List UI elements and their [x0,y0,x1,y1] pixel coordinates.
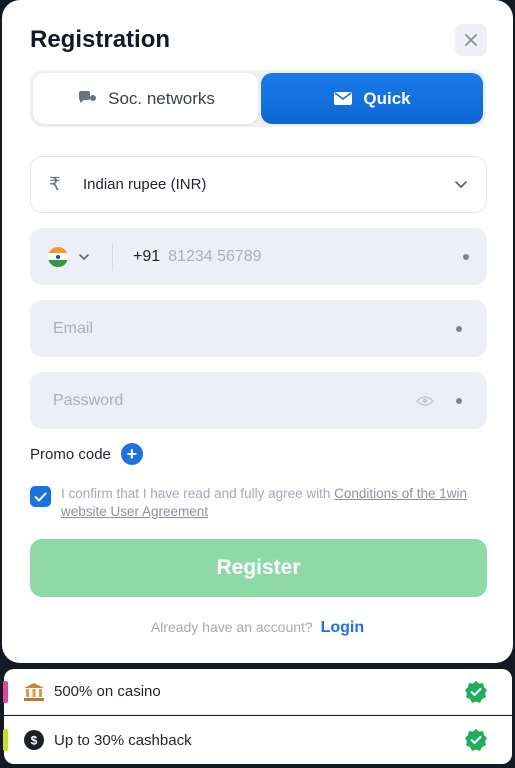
chevron-down-icon [455,181,467,189]
tab-social-networks[interactable]: Soc. networks [33,73,258,124]
login-link[interactable]: Login [321,619,365,636]
agreement-text: I confirm that I have read and fully agr… [61,485,470,521]
bonus-item-cashback: $ Up to 30% cashback [3,716,512,764]
envelope-icon [334,92,353,105]
password-input[interactable] [51,390,416,411]
currency-select[interactable]: ₹ Indian rupee (INR) [30,156,487,213]
currency-label: Indian rupee (INR) [83,176,207,193]
password-field [30,372,487,429]
india-flag-icon[interactable] [48,246,68,267]
login-row: Already have an account? Login [2,619,513,637]
svg-text:$: $ [31,734,38,748]
tab-quick[interactable]: Quick [261,73,483,124]
registration-modal: Registration Soc. networks Quick ₹ India… [2,0,513,663]
plus-icon: + [120,443,143,465]
agreement-row: I confirm that I have read and fully agr… [30,485,470,521]
phone-field: +91 [30,228,487,285]
login-prompt: Already have an account? [150,619,313,635]
register-button[interactable]: Register [30,539,487,597]
bonus-text: 500% on casino [54,683,161,700]
bonus-item-casino: 500% on casino [3,669,512,715]
verified-check-icon [465,729,487,751]
chat-bubbles-icon [79,90,97,103]
checkmark-icon [34,492,47,501]
tab-quick-label: Quick [363,88,411,108]
casino-bank-icon [22,680,46,704]
agreement-checkbox[interactable] [30,486,51,507]
bonus-text: Up to 30% cashback [54,731,192,749]
password-required-dot [456,397,462,404]
cashback-dollar-icon: $ [22,728,46,752]
verified-check-icon [465,680,487,703]
email-input[interactable] [51,318,448,339]
promo-code-label: Promo code [30,445,111,463]
close-button[interactable] [455,24,487,56]
phone-required-dot [463,253,469,260]
rupee-icon: ₹ [49,174,61,194]
bonus-accent-bar [3,680,8,703]
eye-icon[interactable] [416,395,434,407]
registration-tabs: Soc. networks Quick [30,70,486,127]
agreement-text-body: I confirm that I have read and fully agr… [61,486,335,501]
phone-country-code: +91 [133,247,161,265]
bonus-accent-bar [3,729,8,751]
email-required-dot [456,325,462,332]
country-chevron-down-icon[interactable] [78,253,90,261]
phone-input[interactable] [166,246,455,267]
email-field [30,300,487,357]
phone-divider [112,242,113,271]
tab-social-label: Soc. networks [108,88,215,108]
close-icon [465,34,477,46]
page-title: Registration [30,26,171,53]
promo-code-toggle[interactable]: Promo code + [30,443,143,465]
